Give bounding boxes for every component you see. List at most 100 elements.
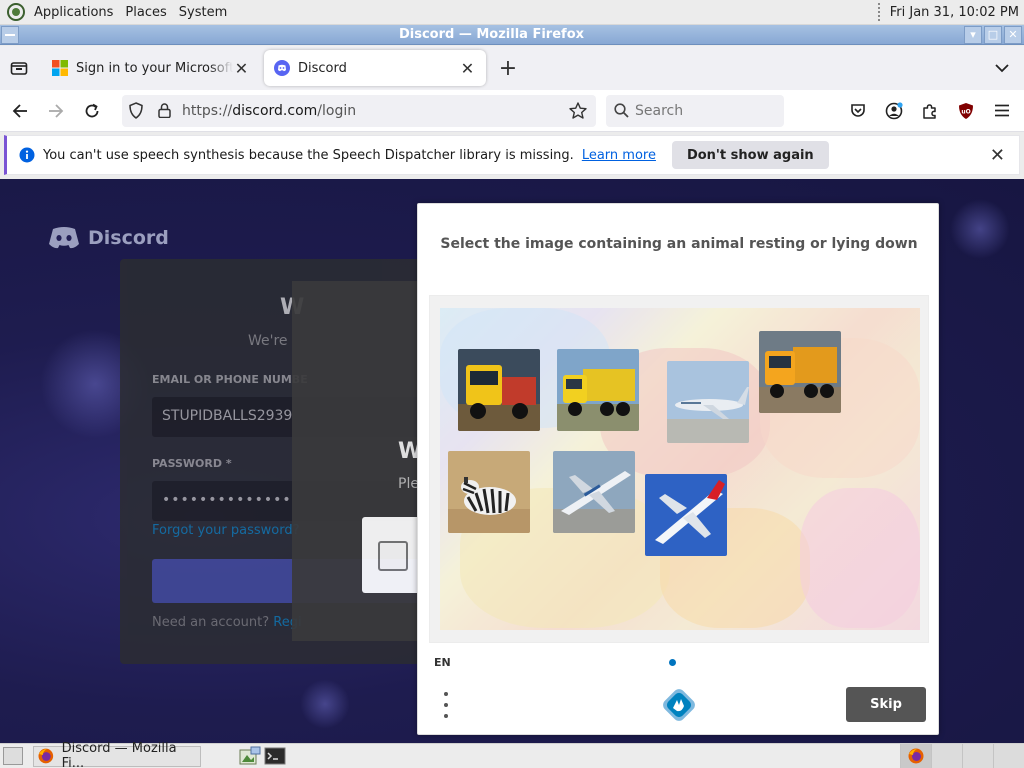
image-viewer-icon[interactable] [239, 746, 261, 766]
minimize-button[interactable]: ▾ [964, 25, 982, 44]
show-desktop-button[interactable] [3, 747, 23, 765]
progress-dot [669, 659, 676, 666]
forward-arrow-icon [49, 103, 64, 118]
search-bar[interactable]: Search [606, 94, 784, 127]
reload-button[interactable] [76, 95, 108, 127]
airplane-tile-1[interactable] [667, 361, 749, 443]
window-title: Discord — Mozilla Firefox [398, 27, 585, 42]
search-icon [614, 103, 629, 118]
discord-logo[interactable]: Discord [48, 226, 169, 250]
top-panel: Applications Places System Fri Jan 31, 1… [0, 0, 1024, 25]
tab-label: Discord [298, 60, 347, 76]
url-text[interactable]: https://discord.com/login [182, 103, 564, 119]
firefox-icon [908, 748, 924, 764]
maximize-button[interactable]: □ [984, 25, 1002, 44]
learn-more-link[interactable]: Learn more [582, 148, 656, 163]
truck-tile-3[interactable] [759, 331, 841, 413]
register-line: Need an account? Regi [152, 615, 302, 630]
truck-tile-1[interactable] [458, 349, 540, 431]
new-tab-button[interactable]: + [492, 52, 524, 84]
background-orb [300, 679, 350, 729]
microsoft-icon [52, 60, 68, 76]
email-label: EMAIL OR PHONE NUMBE [152, 373, 308, 386]
app-menu-button[interactable] [986, 95, 1018, 127]
pocket-icon [851, 104, 865, 117]
window-menu-button[interactable] [1, 25, 19, 44]
firefox-icon [38, 748, 54, 764]
zebra-tile[interactable] [448, 451, 530, 533]
login-subtitle: We're [248, 333, 288, 349]
challenge-prompt: Select the image containing an animal re… [440, 236, 918, 252]
applications-menu[interactable]: Applications [28, 5, 119, 20]
taskbar-window-label: Discord — Mozilla Fi... [61, 741, 177, 768]
ublock-shield-icon: uO [959, 102, 973, 119]
address-bar[interactable]: https://discord.com/login [122, 94, 596, 127]
back-arrow-icon [12, 103, 27, 118]
skip-button[interactable]: Skip [846, 687, 926, 722]
search-placeholder: Search [635, 102, 684, 119]
panel-grip [877, 3, 882, 21]
airplane-tile-3[interactable] [645, 474, 727, 556]
discord-icon [274, 60, 290, 76]
extensions-button[interactable] [914, 95, 946, 127]
airplane-tile-2[interactable] [553, 451, 635, 533]
workspace-1[interactable] [900, 744, 931, 768]
forgot-password-link[interactable]: Forgot your password? [152, 523, 300, 538]
url-path: /login [317, 102, 357, 119]
workspace-3[interactable] [962, 744, 993, 768]
challenge-canvas[interactable] [429, 295, 929, 643]
lock-icon[interactable] [150, 103, 178, 118]
ublock-button[interactable]: uO [950, 95, 982, 127]
notification-bar: You can't use speech synthesis because t… [4, 135, 1020, 175]
hamburger-menu-icon [995, 104, 1009, 117]
taskbar-tray [239, 746, 286, 766]
tab-discord[interactable]: Discord ✕ [264, 50, 486, 86]
forward-button[interactable] [40, 95, 72, 127]
window-titlebar[interactable]: Discord — Mozilla Firefox ▾ □ ✕ [0, 25, 1024, 45]
tab-microsoft-signin[interactable]: Sign in to your Microsoft acc ✕ [42, 50, 260, 86]
account-icon [885, 101, 903, 119]
tab-label: Sign in to your Microsoft acc [76, 60, 233, 76]
challenge-menu-button[interactable] [442, 692, 450, 718]
taskbar-firefox-window[interactable]: Discord — Mozilla Fi... [33, 741, 201, 768]
places-menu[interactable]: Places [119, 5, 172, 20]
captcha-checkbox[interactable] [378, 541, 408, 571]
clock[interactable]: Fri Jan 31, 10:02 PM [890, 5, 1019, 20]
list-all-tabs-button[interactable] [992, 58, 1012, 78]
url-prefix: https:// [182, 102, 233, 119]
tracking-protection-icon[interactable] [122, 102, 150, 119]
firefox-view-button[interactable] [0, 46, 38, 90]
back-button[interactable] [4, 95, 36, 127]
language-selector[interactable]: EN [434, 656, 451, 669]
system-menu[interactable]: System [173, 5, 233, 20]
workspace-2[interactable] [931, 744, 962, 768]
reload-icon [85, 103, 99, 117]
dont-show-again-button[interactable]: Don't show again [671, 141, 829, 169]
puzzle-icon [923, 103, 936, 119]
chevron-down-icon [995, 63, 1009, 72]
workspace-switcher [900, 744, 1024, 768]
register-prompt: Need an account? [152, 615, 270, 630]
tab-strip: Sign in to your Microsoft acc ✕ Discord … [0, 46, 1024, 90]
bookmark-star-icon[interactable] [564, 102, 592, 119]
svg-text:uO: uO [961, 108, 970, 115]
info-icon [19, 147, 35, 163]
captcha-challenge-panel: Select the image containing an animal re… [417, 203, 939, 735]
truck-tile-2[interactable] [557, 349, 639, 431]
close-tab-icon[interactable]: ✕ [233, 59, 250, 78]
close-tab-icon[interactable]: ✕ [459, 59, 476, 78]
close-window-button[interactable]: ✕ [1004, 25, 1022, 44]
hcaptcha-logo-icon[interactable] [662, 688, 696, 722]
discord-brand-text: Discord [88, 227, 169, 249]
account-button[interactable] [878, 95, 910, 127]
discord-icon [49, 227, 79, 249]
pocket-button[interactable] [842, 95, 874, 127]
close-notification-icon[interactable]: ✕ [990, 145, 1005, 166]
workspace-4[interactable] [993, 744, 1024, 768]
bottom-taskbar: Discord — Mozilla Fi... [0, 741, 1024, 768]
notification-message: You can't use speech synthesis because t… [43, 147, 574, 163]
background-orb [950, 199, 1010, 259]
terminal-icon[interactable] [264, 746, 286, 766]
navigation-bar: https://discord.com/login Search uO [0, 90, 1024, 132]
applications-icon[interactable] [6, 2, 26, 22]
